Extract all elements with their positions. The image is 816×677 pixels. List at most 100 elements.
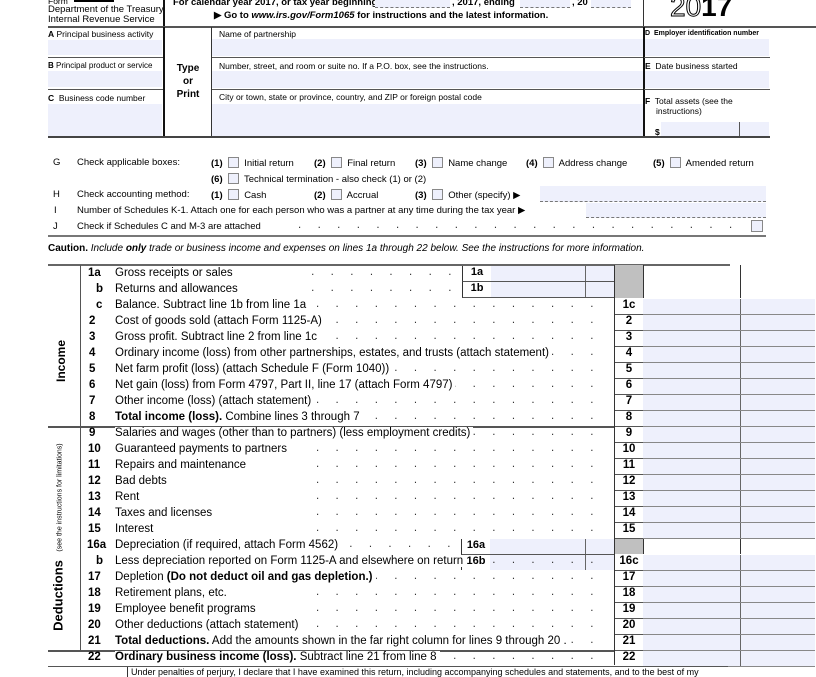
box-1b-label: 1b: [462, 282, 491, 298]
line-1b-input[interactable]: [491, 282, 614, 298]
total-assets-label-2: instructions): [656, 106, 702, 116]
total-assets-label-1: Total assets (see the: [654, 96, 733, 106]
line-description-text: Other income (loss) (attach statement): [115, 395, 312, 407]
line-amount-input[interactable]: [643, 443, 815, 459]
ending-label: , 2017, ending: [452, 0, 515, 8]
technical-termination-checkbox[interactable]: [227, 173, 239, 184]
line-amount-input[interactable]: [643, 395, 815, 411]
line-amount-input[interactable]: [643, 603, 815, 619]
tax-year: 2017: [669, 0, 732, 22]
or-word: or: [183, 76, 193, 87]
line-description-text: Interest: [115, 523, 154, 535]
h-option-3: (3) Other (specify) ▶: [415, 189, 520, 201]
line-amount-input[interactable]: [643, 459, 815, 475]
line-amount-input[interactable]: [643, 587, 815, 603]
line-amount-input[interactable]: [643, 523, 815, 539]
line-number: 7: [89, 395, 96, 407]
line-amount-input[interactable]: [643, 315, 815, 331]
line-amount-input[interactable]: [643, 427, 815, 443]
line-box-number: 2: [615, 315, 644, 331]
business-code-label: Business code number: [58, 93, 146, 103]
type-or-print: Type or Print: [166, 62, 210, 101]
line-number: c: [96, 299, 103, 311]
cash-method-checkbox[interactable]: [227, 189, 239, 200]
line-box-number: 16c: [615, 555, 644, 571]
line-number: 22: [88, 651, 101, 663]
calendar-year-line: For calendar year 2017, or tax year begi…: [173, 0, 378, 8]
line-description: Taxes and licenses: [115, 507, 216, 519]
tax-year-end-input[interactable]: [520, 0, 570, 8]
other-method-specify-input[interactable]: [540, 186, 766, 202]
accrual-label: Accrual: [346, 190, 379, 201]
line-amount-input[interactable]: [643, 651, 815, 667]
date-business-started-input[interactable]: [645, 71, 769, 88]
g-label: Check applicable boxes:: [77, 157, 180, 168]
line-description-bold: Ordinary business income (loss).: [115, 651, 297, 663]
line-amount-input[interactable]: [643, 363, 815, 379]
line-description-text: Balance. Subtract line 1b from line 1a: [115, 299, 307, 311]
leader-dots: . . . . . . . . . . . . . . . . . . . . …: [300, 394, 600, 406]
line-description-text: Gross profit. Subtract line 2 from line …: [115, 331, 317, 343]
line-box-number: 18: [615, 587, 644, 603]
line-amount-input[interactable]: [643, 379, 815, 395]
line-box-number: 11: [615, 459, 644, 475]
total-assets-input[interactable]: [661, 122, 769, 136]
line-description-text: Repairs and maintenance: [115, 459, 247, 471]
leader-dots: . . . . . . . . . . . . . . . . . . . . …: [300, 330, 600, 342]
line-amount-input[interactable]: [643, 331, 815, 347]
accrual-method-checkbox[interactable]: [330, 189, 342, 200]
line-box-number: 14: [615, 507, 644, 523]
street-address-input[interactable]: [212, 71, 643, 88]
line-amount-input[interactable]: [643, 619, 815, 635]
other-method-checkbox[interactable]: [431, 189, 443, 200]
final-return-checkbox[interactable]: [330, 157, 342, 168]
letter-c: C: [48, 93, 55, 103]
line-description: Returns and allowances: [115, 283, 241, 295]
i-letter: I: [54, 205, 57, 216]
field-e-label: E Date business started: [645, 61, 738, 71]
line-box-number: 12: [615, 475, 644, 491]
line-amount-input[interactable]: [643, 555, 815, 571]
leader-dots: . . . . . . . . . . . . . . . . . . . . …: [300, 602, 600, 614]
line-description-text: Taxes and licenses: [115, 507, 213, 519]
ein-input[interactable]: [645, 39, 769, 56]
line-description-text: Returns and allowances: [115, 283, 238, 295]
line-number: 17: [88, 571, 101, 583]
leader-dots: . . . . . . . . . . . . . . . . . . . . …: [300, 506, 600, 518]
line-description-text: Net gain (loss) from Form 4797, Part II,…: [115, 379, 453, 391]
principal-business-activity-input[interactable]: [48, 40, 162, 55]
line-amount-input[interactable]: [643, 635, 815, 651]
city-state-zip-input[interactable]: [212, 104, 643, 136]
ein-label: Employer identification number: [653, 30, 759, 37]
line-description-text: Employee benefit programs: [115, 603, 256, 615]
line-1a-input[interactable]: [491, 266, 614, 282]
line-amount-input[interactable]: [643, 299, 815, 315]
initial-return-checkbox[interactable]: [227, 157, 239, 168]
name-change-checkbox[interactable]: [431, 157, 443, 168]
line-amount-input[interactable]: [643, 411, 815, 427]
line-amount-input[interactable]: [643, 475, 815, 491]
schedules-c-m3-checkbox[interactable]: [751, 220, 763, 232]
k1-count-input[interactable]: [586, 203, 766, 218]
business-code-input[interactable]: [48, 104, 162, 136]
line-description: Employee benefit programs: [115, 603, 259, 615]
g-option-3: (3) Name change: [415, 157, 507, 169]
line-description-text: Bad debts: [115, 475, 167, 487]
amended-return-checkbox[interactable]: [669, 157, 681, 168]
line-box-number: 10: [615, 443, 644, 459]
line-16a-input[interactable]: [490, 539, 614, 555]
line-description-text: Subtract line 21 from line 8: [296, 651, 437, 663]
line-number: 20: [88, 619, 101, 631]
address-change-checkbox[interactable]: [542, 157, 554, 168]
line-description: Repairs and maintenance: [115, 459, 250, 471]
tax-year-begin-input[interactable]: [375, 0, 450, 8]
partnership-name-input[interactable]: [212, 39, 643, 56]
line-amount-input[interactable]: [643, 571, 815, 587]
line-amount-input[interactable]: [643, 347, 815, 363]
i-label: Number of Schedules K-1. Attach one for …: [77, 205, 526, 216]
tax-year-end-year-input[interactable]: [591, 0, 631, 8]
dept-line-2: Internal Revenue Service: [48, 14, 155, 25]
principal-product-input[interactable]: [48, 71, 162, 87]
line-amount-input[interactable]: [643, 507, 815, 523]
line-amount-input[interactable]: [643, 491, 815, 507]
